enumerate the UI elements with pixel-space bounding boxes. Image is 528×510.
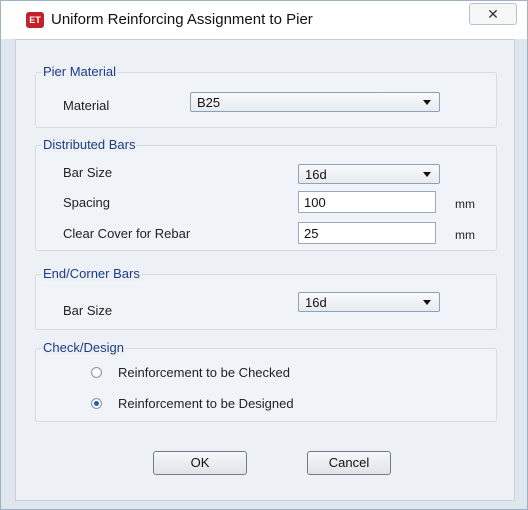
ok-button[interactable]: OK [153,451,247,475]
clear-cover-input[interactable]: 25 [298,222,436,244]
dialog-window: ET Uniform Reinforcing Assignment to Pie… [0,0,528,510]
material-dropdown[interactable]: B25 [190,92,440,112]
pier-material-group-label: Pier Material [42,64,117,79]
clear-cover-value: 25 [304,226,319,241]
end-corner-bar-size-value: 16d [305,295,327,310]
radio-label-reinforcement-checked[interactable]: Reinforcement to be Checked [118,365,290,380]
end-corner-bar-size-label: Bar Size [63,303,113,318]
material-label: Material [63,98,110,113]
chevron-down-icon [423,300,431,305]
spacing-value: 100 [304,195,326,210]
end-corner-bars-group-label: End/Corner Bars [42,266,141,281]
etabs-app-icon: ET [26,12,44,28]
radio-label-reinforcement-designed[interactable]: Reinforcement to be Designed [118,396,294,411]
clear-cover-label: Clear Cover for Rebar [63,226,191,241]
title-bar[interactable]: ET Uniform Reinforcing Assignment to Pie… [1,1,527,39]
distributed-bar-size-label: Bar Size [63,165,113,180]
radio-reinforcement-designed[interactable] [91,398,102,409]
spacing-input[interactable]: 100 [298,191,436,213]
close-button[interactable]: ✕ [469,3,517,25]
spacing-unit: mm [455,197,475,211]
distributed-bar-size-dropdown[interactable]: 16d [298,164,440,184]
close-icon: ✕ [487,6,499,22]
material-value: B25 [197,95,221,110]
check-design-group-label: Check/Design [42,340,125,355]
chevron-down-icon [423,100,431,105]
dialog-content: Pier Material Material B25 Distributed B… [15,39,515,501]
distributed-bar-size-value: 16d [305,167,327,182]
window-title: Uniform Reinforcing Assignment to Pier [51,11,313,28]
clear-cover-unit: mm [455,228,475,242]
radio-reinforcement-checked[interactable] [91,367,102,378]
chevron-down-icon [423,172,431,177]
distributed-bars-group-label: Distributed Bars [42,137,137,152]
cancel-button[interactable]: Cancel [307,451,391,475]
spacing-label: Spacing [63,195,110,210]
end-corner-bar-size-dropdown[interactable]: 16d [298,292,440,312]
